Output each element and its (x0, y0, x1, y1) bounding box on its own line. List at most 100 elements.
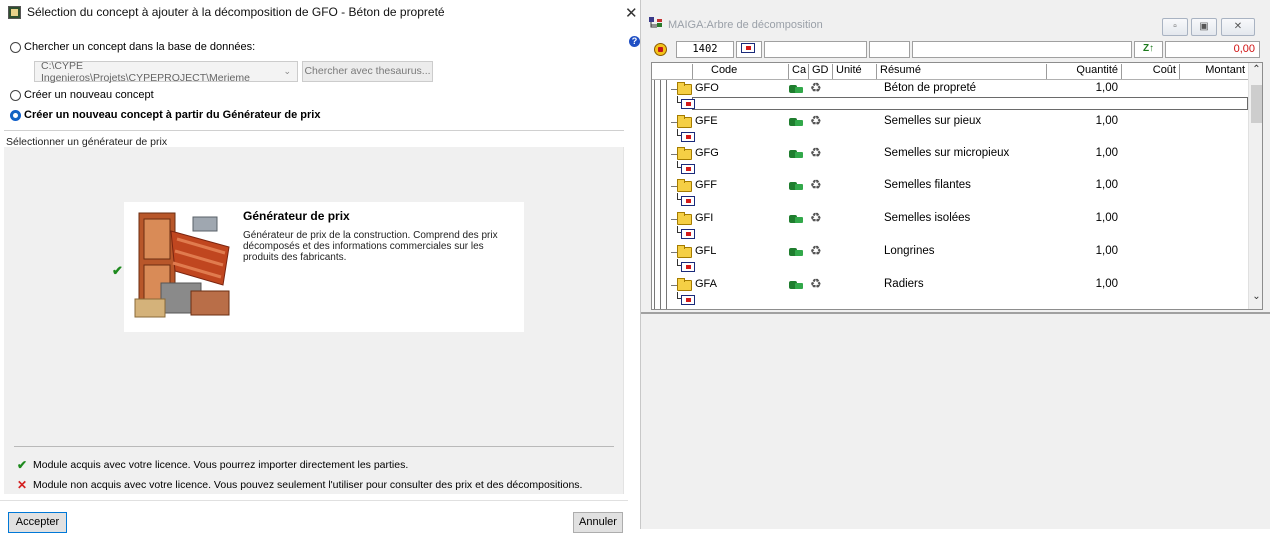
concept-selection-dialog: Sélection du concept à ajouter à la déco… (0, 0, 628, 533)
book-icon (677, 161, 697, 175)
col-cout[interactable]: Coût (1121, 64, 1179, 79)
acquired-check-icon: ✔ (112, 263, 123, 278)
tree-icon (649, 17, 662, 28)
tree-row[interactable]: GFE ♻ Semelles sur pieux 1,00 (652, 113, 1248, 147)
toolbar-field-3[interactable] (912, 41, 1132, 58)
button-bar-divider (0, 500, 628, 501)
chevron-down-icon: ⌄ (283, 66, 291, 76)
check-icon: ✔ (17, 458, 28, 472)
decomposition-tree-window: MAIGA:Arbre de décomposition ▫ ▣ ✕ 1402 … (641, 0, 1270, 529)
generator-illustration (131, 211, 237, 323)
concept-icon[interactable] (654, 43, 667, 56)
ca-icon (789, 279, 803, 290)
tree-toolbar: 1402 Z↑ 0,00 (641, 39, 1270, 61)
col-quantite[interactable]: Quantité (1046, 64, 1121, 79)
folder-icon (677, 115, 692, 128)
row-resume: Longrines (884, 245, 935, 257)
col-montant[interactable]: Montant (1179, 64, 1248, 79)
col-resume[interactable]: Résumé (876, 64, 1046, 79)
book-button[interactable] (736, 41, 762, 58)
accept-button[interactable]: Accepter (8, 512, 67, 533)
app-icon (8, 5, 21, 19)
radio-new-concept[interactable] (10, 89, 21, 101)
tree-row[interactable]: GFF ♻ Semelles filantes 1,00 (652, 177, 1248, 211)
row-resume: Semelles sur pieux (884, 115, 982, 127)
legend-not-acquired: ✕ Module non acquis avec votre licence. … (17, 478, 582, 492)
folder-icon (677, 212, 692, 225)
scroll-down-icon[interactable]: ⌄ (1249, 291, 1262, 307)
thesaurus-search-button[interactable]: Chercher avec thesaurus... (302, 61, 433, 82)
tree-row[interactable]: GFG ♻ Semelles sur micropieux 1,00 (652, 145, 1248, 179)
col-unite[interactable]: Unité (832, 64, 876, 79)
row-code: GFF (695, 179, 717, 191)
legend-acquired-text: Module acquis avec votre licence. Vous p… (33, 459, 409, 471)
book-icon (677, 96, 697, 110)
toolbar-field-1[interactable] (764, 41, 867, 58)
ca-icon (789, 246, 803, 257)
row-quantity: 1,00 (1095, 212, 1118, 224)
folder-icon (677, 147, 692, 160)
option-search-label: Chercher un concept dans la base de donn… (24, 41, 256, 53)
radio-search-database[interactable] (10, 41, 21, 53)
row-resume: Béton de propreté (884, 82, 977, 94)
book-icon (677, 259, 697, 273)
cancel-button[interactable]: Annuler (573, 512, 623, 533)
col-ca[interactable]: Ca (788, 64, 808, 79)
col-gd[interactable]: GD (808, 64, 832, 79)
scroll-thumb[interactable] (1251, 85, 1262, 123)
gd-icon: ♻ (810, 243, 822, 258)
gd-icon: ♻ (810, 210, 822, 225)
tree-row[interactable]: GFI ♻ Semelles isolées 1,00 (652, 210, 1248, 244)
folder-icon (677, 179, 692, 192)
row-code: GFE (695, 115, 718, 127)
gd-icon: ♻ (810, 80, 822, 95)
row-code: GFA (695, 278, 718, 290)
row-code: GFO (695, 82, 719, 94)
dialog-title: Sélection du concept à ajouter à la déco… (27, 5, 445, 19)
decomposition-tree: Code Ca GD Unité Résumé Quantité Coût Mo… (651, 62, 1263, 310)
section-divider (4, 130, 624, 131)
option-new-concept[interactable]: Créer un nouveau concept (10, 89, 154, 101)
ca-icon (789, 148, 803, 159)
tree-row[interactable]: GFL ♻ Longrines 1,00 (652, 243, 1248, 277)
tree-row[interactable]: GFO ♻ Béton de propreté 1,00 (652, 80, 1248, 114)
dialog-titlebar: Sélection du concept à ajouter à la déco… (0, 0, 628, 24)
scroll-up-icon[interactable]: ⌃ (1249, 64, 1262, 80)
radio-generator-concept[interactable] (10, 109, 21, 121)
legend-divider (14, 446, 614, 447)
row-code: GFI (695, 212, 714, 224)
row-code: GFL (695, 245, 717, 257)
total-amount-field: 0,00 (1165, 41, 1260, 58)
vertical-scrollbar[interactable]: ⌃ ⌄ (1248, 63, 1262, 309)
tree-row[interactable]: GFA ♻ Radiers 1,00 (652, 276, 1248, 309)
row-resume: Radiers (884, 278, 924, 290)
generator-card[interactable]: Générateur de prix Générateur de prix de… (124, 202, 524, 332)
database-path-value: C:\CYPE Ingenieros\Projets\CYPEPROJECT\M… (41, 59, 250, 84)
help-icon[interactable]: ? (629, 36, 640, 47)
ca-icon (789, 213, 803, 224)
mdi-title: MAIGA:Arbre de décomposition (668, 19, 823, 31)
tree-body: GFO ♻ Béton de propreté 1,00 GFE ♻ Semel… (652, 80, 1248, 309)
maximize-button[interactable]: ▣ (1191, 18, 1217, 36)
toolbar-field-2[interactable] (869, 41, 910, 58)
gd-icon: ♻ (810, 276, 822, 291)
book-icon (677, 292, 697, 306)
book-icon (677, 129, 697, 143)
window-close-button[interactable]: ✕ (1221, 18, 1255, 36)
book-icon (677, 226, 697, 240)
code-field[interactable]: 1402 (676, 41, 734, 58)
ca-icon (789, 180, 803, 191)
col-code[interactable]: Code (692, 64, 788, 79)
lower-pane (641, 314, 1270, 529)
option-generator-concept[interactable]: Créer un nouveau concept à partir du Gén… (10, 109, 320, 121)
ca-icon (789, 116, 803, 127)
database-path-combo[interactable]: C:\CYPE Ingenieros\Projets\CYPEPROJECT\M… (34, 59, 298, 84)
option-generator-label: Créer un nouveau concept à partir du Gén… (24, 109, 321, 121)
row-code: GFG (695, 147, 719, 159)
sum-icon[interactable]: Z↑ (1134, 41, 1163, 58)
minimize-button[interactable]: ▫ (1162, 18, 1188, 36)
option-search-database[interactable]: Chercher un concept dans la base de donn… (10, 41, 255, 53)
folder-icon (677, 82, 692, 95)
ca-icon (789, 83, 803, 94)
close-icon[interactable]: ✕ (625, 4, 638, 22)
